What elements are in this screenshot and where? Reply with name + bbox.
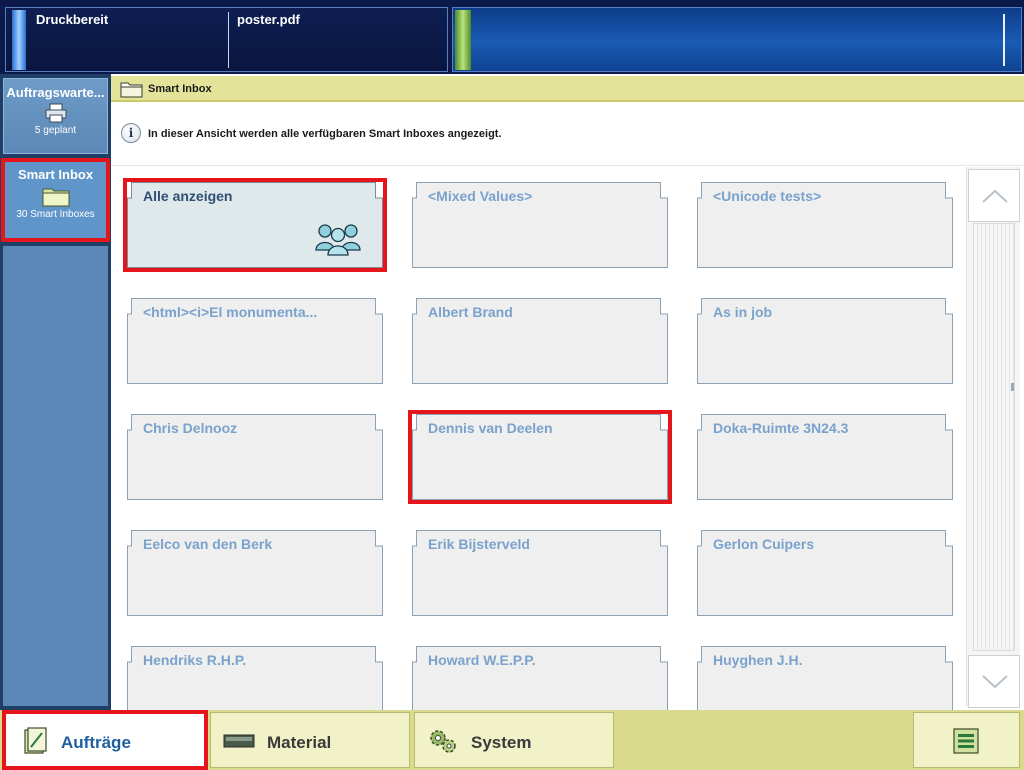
smart-inbox-card[interactable]: As in job xyxy=(697,298,953,384)
sidebar-item-smart-inbox[interactable]: Smart Inbox 30 Smart Inboxes xyxy=(1,158,110,242)
tab-label: Aufträge xyxy=(61,733,131,752)
smart-inbox-card[interactable]: Dennis van Deelen xyxy=(408,410,672,504)
smart-inbox-card[interactable]: Hendriks R.H.P. xyxy=(127,646,383,710)
smart-inbox-card[interactable]: <Unicode tests> xyxy=(697,182,953,268)
smart-inbox-card[interactable]: Howard W.E.P.P. xyxy=(412,646,668,710)
status-divider xyxy=(228,12,229,68)
tab-label: Material xyxy=(267,733,332,752)
job-progress-panel[interactable] xyxy=(452,7,1022,72)
smart-inbox-card[interactable]: Huyghen J.H. xyxy=(697,646,953,710)
inbox-grid: Alle anzeigen <Mixed Values> <Unicode test… xyxy=(111,167,961,710)
smart-inbox-label: Huyghen J.H. xyxy=(713,652,803,668)
info-message: i In dieser Ansicht werden alle verfügba… xyxy=(111,104,1024,166)
smart-inbox-card[interactable]: Alle anzeigen xyxy=(123,178,387,272)
sidebar-item-job-queue[interactable]: Auftragswarte... 5 geplant xyxy=(3,78,108,154)
smart-inbox-card[interactable]: Erik Bijsterveld xyxy=(412,530,668,616)
progress-divider xyxy=(1003,14,1005,66)
info-text: In dieser Ansicht werden alle verfügbare… xyxy=(148,128,502,140)
info-icon: i xyxy=(121,123,141,143)
smart-inbox-card[interactable]: <html><i>El monumenta... xyxy=(127,298,383,384)
smart-inbox-card[interactable]: Albert Brand xyxy=(412,298,668,384)
sidebar-empty-area xyxy=(3,246,108,706)
smart-inbox-label: Dennis van Deelen xyxy=(428,420,553,436)
top-status-bar: Druckbereit poster.pdf xyxy=(0,0,1024,74)
progress-indicator xyxy=(455,10,471,70)
tab-label: System xyxy=(471,733,532,752)
tab-jobs[interactable]: Aufträge xyxy=(2,710,208,770)
smart-inbox-card[interactable]: Gerlon Cuipers xyxy=(697,530,953,616)
smart-inbox-label: <Unicode tests> xyxy=(713,188,822,204)
scrollbar[interactable] xyxy=(966,167,1020,708)
breadcrumb-label: Smart Inbox xyxy=(148,83,212,95)
jobs-icon xyxy=(24,727,47,754)
scroll-track[interactable] xyxy=(973,223,1015,651)
smart-inbox-label: <html><i>El monumenta... xyxy=(143,304,318,320)
sidebar: Auftragswarte... 5 geplant Smart Inbox 3… xyxy=(0,74,111,710)
system-gears-icon xyxy=(430,730,456,753)
chevron-down-icon xyxy=(982,675,1008,689)
scroll-up-button[interactable] xyxy=(968,169,1020,222)
smart-inbox-label: Howard W.E.P.P. xyxy=(428,652,536,668)
tab-material[interactable]: Material xyxy=(210,712,410,768)
people-group-icon xyxy=(315,224,361,256)
smart-inbox-card[interactable]: Eelco van den Berk xyxy=(127,530,383,616)
printer-status-panel[interactable]: Druckbereit poster.pdf xyxy=(5,7,448,72)
scroll-thumb[interactable] xyxy=(1011,383,1014,391)
smart-inbox-card[interactable]: Chris Delnooz xyxy=(127,414,383,500)
breadcrumb: Smart Inbox xyxy=(111,76,1024,102)
status-indicator xyxy=(12,10,26,70)
printer-icon xyxy=(45,103,66,123)
smart-inbox-label: <Mixed Values> xyxy=(428,188,533,204)
current-file-text: poster.pdf xyxy=(237,12,300,27)
smart-inbox-label: Alle anzeigen xyxy=(143,188,233,204)
smart-inbox-label: Albert Brand xyxy=(428,304,513,320)
main-content: Smart Inbox i In dieser Ansicht werden a… xyxy=(111,74,1024,710)
smart-inbox-card[interactable]: Doka-Ruimte 3N24.3 xyxy=(697,414,953,500)
bottom-nav: Aufträge Material System xyxy=(0,710,1024,770)
chevron-up-icon xyxy=(982,189,1008,203)
printer-state-text: Druckbereit xyxy=(36,12,109,27)
material-icon xyxy=(223,734,255,748)
smart-inbox-label: Hendriks R.H.P. xyxy=(143,652,247,668)
smart-inbox-label: Chris Delnooz xyxy=(143,420,238,436)
smart-inbox-label: As in job xyxy=(713,304,773,320)
folder-icon xyxy=(120,82,143,98)
sidebar-item-count: 5 geplant xyxy=(34,125,77,136)
sidebar-item-label: Smart Inbox xyxy=(17,167,94,182)
scroll-down-button[interactable] xyxy=(968,655,1020,708)
smart-inbox-card[interactable]: <Mixed Values> xyxy=(412,182,668,268)
menu-button[interactable] xyxy=(913,712,1020,768)
tab-system[interactable]: System xyxy=(414,712,614,768)
smart-inbox-label: Doka-Ruimte 3N24.3 xyxy=(713,420,849,436)
sidebar-item-count: 30 Smart Inboxes xyxy=(16,209,95,220)
menu-icon xyxy=(953,728,979,754)
folder-icon xyxy=(42,188,69,207)
smart-inbox-label: Eelco van den Berk xyxy=(143,536,273,552)
sidebar-item-label: Auftragswarte... xyxy=(6,85,105,100)
smart-inbox-label: Gerlon Cuipers xyxy=(713,536,815,552)
smart-inbox-label: Erik Bijsterveld xyxy=(428,536,530,552)
